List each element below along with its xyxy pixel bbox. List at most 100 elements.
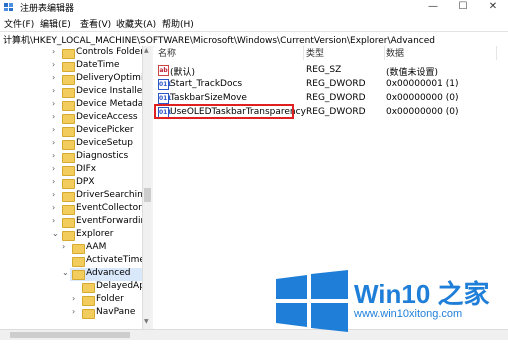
value-name: Start_TrackDocs (170, 79, 243, 89)
tree-item[interactable]: › Device Metadata (0, 99, 142, 112)
minimize-button[interactable]: — (418, 0, 448, 14)
value-type: REG_DWORD (306, 93, 366, 103)
column-header-name[interactable]: 名称 (158, 46, 304, 60)
chevron-right-icon[interactable]: › (52, 99, 55, 108)
chevron-right-icon[interactable]: › (52, 47, 55, 56)
value-name: (默认) (170, 68, 196, 78)
folder-icon (62, 140, 75, 150)
folder-icon (62, 62, 75, 72)
scrollbar-thumb[interactable] (10, 332, 130, 338)
tree-item[interactable]: › Diagnostics (0, 151, 142, 164)
folder-icon (62, 114, 75, 124)
chevron-right-icon[interactable]: › (62, 242, 65, 251)
value-row[interactable]: ab (默认) REG_SZ (数值未设置) (154, 64, 508, 78)
highlight-box (154, 104, 294, 119)
folder-icon (72, 244, 85, 254)
value-data: 0x00000000 (0) (386, 107, 459, 117)
tree-item[interactable]: › EventForwarding (0, 216, 142, 229)
tree-item[interactable]: › DPX (0, 177, 142, 190)
value-data: 0x00000000 (0) (386, 93, 459, 103)
close-button[interactable]: ✕ (478, 0, 508, 14)
watermark: Win10 之家 www.win10xitong.com (272, 266, 508, 336)
tree-item-label: Controls Folder (76, 47, 142, 57)
chevron-right-icon[interactable]: › (52, 60, 55, 69)
tree-item-label: DIFx (76, 164, 97, 174)
tree-item[interactable]: › AAM (0, 242, 142, 255)
value-row[interactable]: 011 Start_TrackDocs REG_DWORD 0x00000001… (154, 78, 508, 91)
scroll-up-icon[interactable]: ▲ (144, 47, 149, 54)
tree-item[interactable]: › DeviceSetup (0, 138, 142, 151)
watermark-url: www.win10xitong.com (354, 308, 463, 320)
column-header-data[interactable]: 数据 (386, 46, 497, 60)
folder-icon (82, 309, 95, 319)
tree-item[interactable]: ActivateTimec (0, 255, 142, 268)
folder-open-icon (72, 270, 85, 280)
scrollbar-thumb[interactable] (144, 188, 151, 202)
tree-item[interactable]: DelayedAp (0, 281, 142, 294)
address-path[interactable]: 计算机\HKEY_LOCAL_MACHINE\SOFTWARE\Microsof… (3, 33, 435, 46)
chevron-right-icon[interactable]: › (72, 294, 75, 303)
tree-item[interactable]: › Device Installer (0, 86, 142, 99)
tree-item-label: NavPane (96, 307, 136, 317)
tree-item-label: DevicePicker (76, 125, 134, 135)
tree-item[interactable]: › Folder (0, 294, 142, 307)
tree-item[interactable]: › EventCollector (0, 203, 142, 216)
folder-open-icon (62, 231, 75, 241)
folder-icon (62, 205, 75, 215)
chevron-right-icon[interactable]: › (52, 203, 55, 212)
chevron-right-icon[interactable]: › (52, 164, 55, 173)
folder-icon (62, 88, 75, 98)
dword-value-icon: 011 (158, 79, 172, 90)
tree-item-selected[interactable]: ⌄ Advanced (62, 268, 142, 281)
tree-item[interactable]: › DIFx (0, 164, 142, 177)
menu-file[interactable]: 文件(F) (4, 17, 34, 30)
chevron-right-icon[interactable]: › (52, 151, 55, 160)
menu-view[interactable]: 查看(V) (80, 17, 111, 30)
chevron-right-icon[interactable]: › (72, 307, 75, 316)
tree-item[interactable]: › DriverSearching (0, 190, 142, 203)
tree-item[interactable]: › DeliveryOptimiza (0, 73, 142, 86)
chevron-right-icon[interactable]: › (52, 177, 55, 186)
chevron-down-icon[interactable]: ⌄ (52, 229, 59, 238)
tree-item-label: DateTime (76, 60, 120, 70)
chevron-down-icon[interactable]: ⌄ (62, 268, 69, 277)
tree-item-label: DeliveryOptimiza (76, 73, 142, 83)
tree-item-label: Folder (96, 294, 124, 304)
folder-icon (62, 179, 75, 189)
folder-icon (72, 257, 85, 267)
chevron-right-icon[interactable]: › (52, 112, 55, 121)
chevron-right-icon[interactable]: › (52, 138, 55, 147)
menu-help[interactable]: 帮助(H) (162, 17, 194, 30)
chevron-right-icon[interactable]: › (52, 125, 55, 134)
tree-item-label: DeviceSetup (76, 138, 133, 148)
window-title: 注册表编辑器 (20, 4, 75, 14)
folder-icon (62, 192, 75, 202)
tree-item[interactable]: › Controls Folder (0, 47, 142, 60)
folder-icon (62, 218, 75, 228)
scroll-down-icon[interactable]: ▼ (144, 318, 149, 325)
folder-icon (82, 296, 95, 306)
tree-item-label: DeviceAccess (76, 112, 138, 122)
tree-item-label: Advanced (86, 268, 131, 278)
string-value-icon: ab (158, 65, 169, 76)
chevron-right-icon[interactable]: › (52, 73, 55, 82)
chevron-right-icon[interactable]: › (52, 86, 55, 95)
column-header-type[interactable]: 类型 (306, 46, 385, 60)
menu-edit[interactable]: 编辑(E) (40, 17, 71, 30)
folder-icon (62, 101, 75, 111)
maximize-button[interactable]: ☐ (448, 0, 478, 14)
tree-item[interactable]: › NavPane (0, 307, 142, 320)
value-data: (数值未设置) (386, 68, 439, 78)
value-type: REG_SZ (306, 65, 342, 75)
tree-item[interactable]: › DevicePicker (0, 125, 142, 138)
tree-item[interactable]: › DeviceAccess (0, 112, 142, 125)
tree-item[interactable]: ⌄ Explorer (0, 229, 142, 242)
pane-splitter[interactable] (151, 46, 153, 329)
menu-favorites[interactable]: 收藏夹(A) (116, 17, 156, 30)
tree-item[interactable]: › DateTime (0, 60, 142, 73)
tree-item-label: Diagnostics (76, 151, 129, 161)
folder-icon (82, 283, 95, 293)
chevron-right-icon[interactable]: › (52, 190, 55, 199)
address-bar[interactable]: 计算机\HKEY_LOCAL_MACHINE\SOFTWARE\Microsof… (0, 31, 508, 47)
chevron-right-icon[interactable]: › (52, 216, 55, 225)
